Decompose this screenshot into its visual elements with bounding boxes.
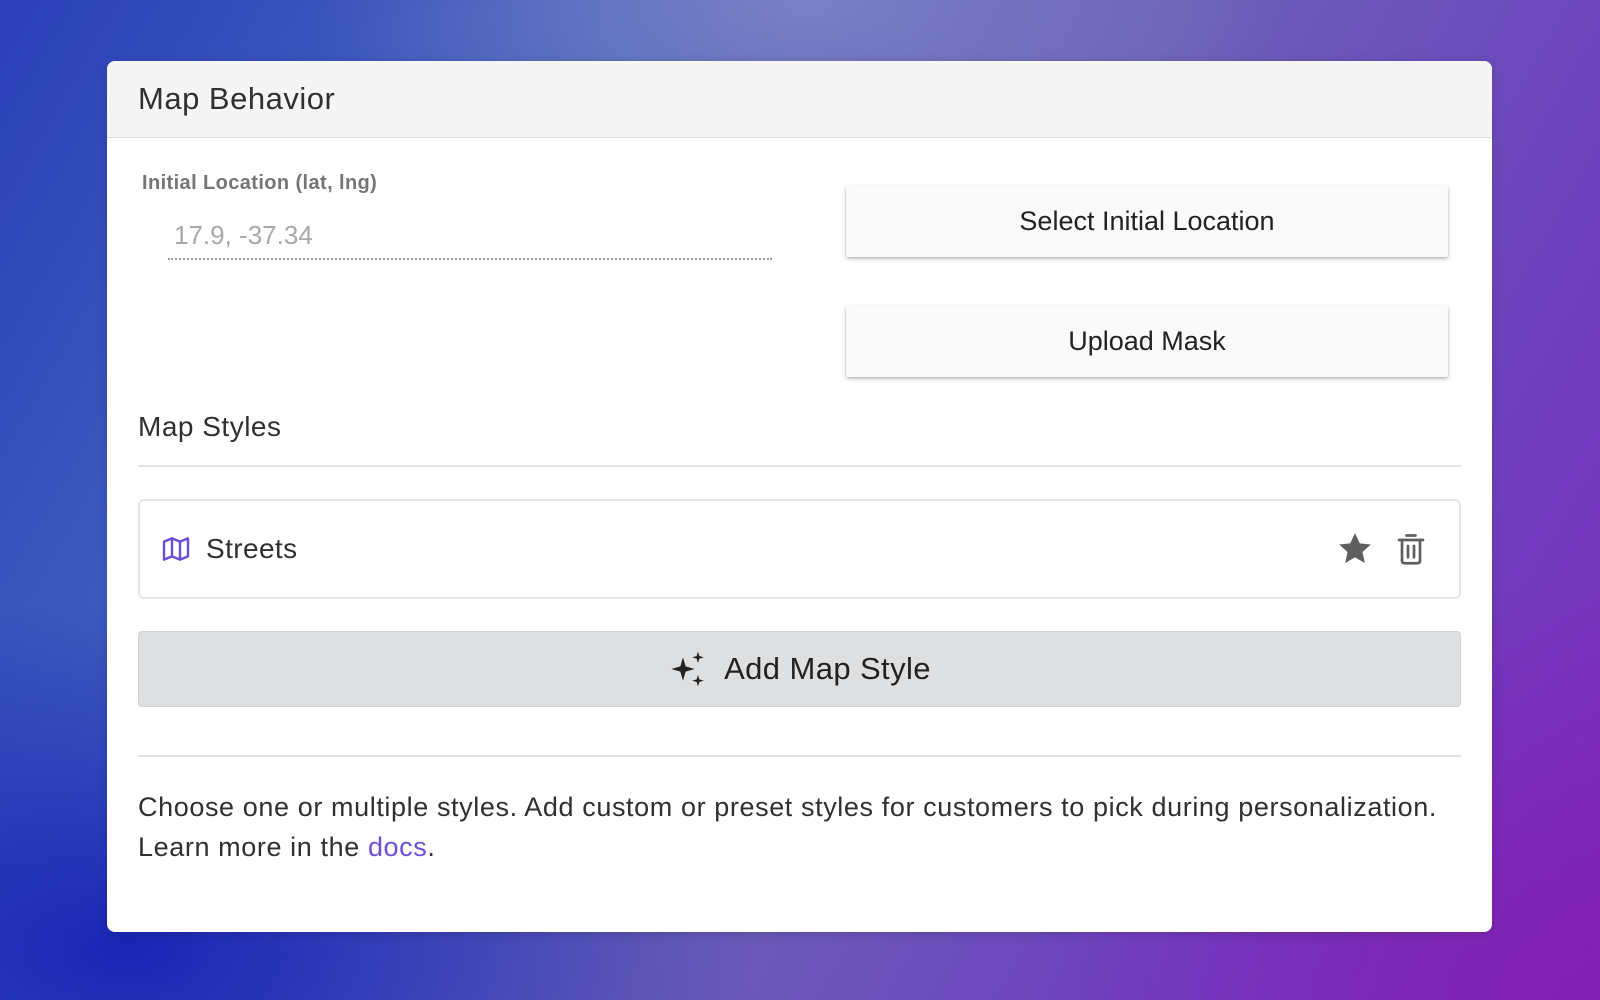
- map-style-name: Streets: [206, 533, 298, 564]
- star-icon: [1335, 529, 1375, 569]
- map-style-item[interactable]: Streets: [138, 499, 1461, 599]
- favorite-style-button[interactable]: [1333, 527, 1377, 571]
- map-styles-title: Map Styles: [138, 411, 282, 442]
- add-map-style-label: Add Map Style: [724, 651, 931, 686]
- initial-location-input[interactable]: [168, 212, 772, 260]
- help-text: Choose one or multiple styles. Add custo…: [138, 787, 1438, 867]
- select-initial-location-button[interactable]: Select Initial Location: [846, 185, 1448, 257]
- sparkles-icon: [668, 649, 708, 689]
- panel-title: Map Behavior: [138, 81, 336, 116]
- trash-icon: [1393, 530, 1429, 568]
- map-behavior-panel: Map Behavior Initial Location (lat, lng)…: [107, 61, 1492, 932]
- delete-style-button[interactable]: [1389, 527, 1433, 571]
- map-icon: [160, 533, 192, 565]
- section-divider: [138, 465, 1461, 467]
- help-text-end: .: [427, 832, 436, 862]
- help-text-body: Choose one or multiple styles. Add custo…: [138, 792, 1437, 862]
- add-map-style-button[interactable]: Add Map Style: [138, 631, 1461, 707]
- panel-header: Map Behavior: [107, 61, 1492, 138]
- initial-location-label: Initial Location (lat, lng): [142, 172, 378, 194]
- upload-mask-button[interactable]: Upload Mask: [846, 305, 1448, 377]
- footer-divider: [138, 755, 1461, 757]
- docs-link[interactable]: docs: [368, 832, 427, 862]
